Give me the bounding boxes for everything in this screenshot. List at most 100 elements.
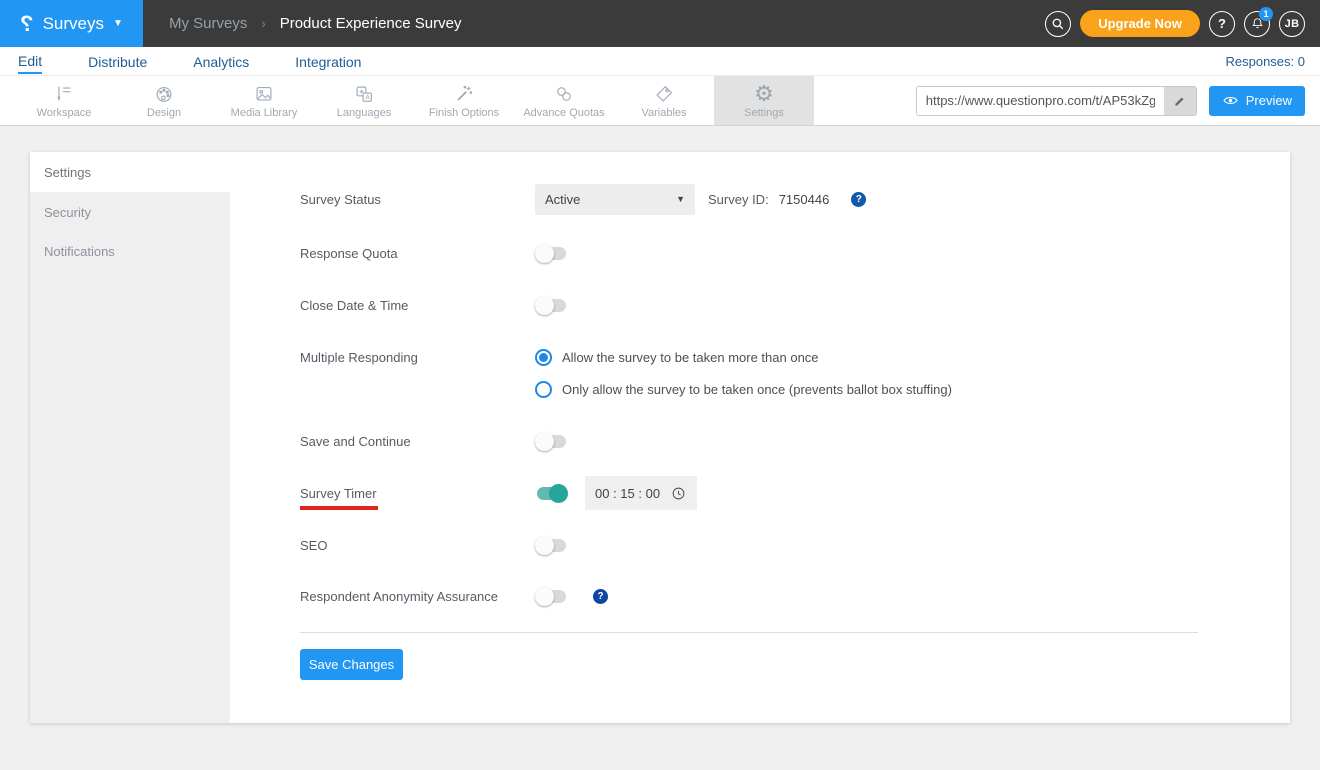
radio-allow-once-label: Only allow the survey to be taken once (… xyxy=(562,381,952,397)
responses-count: Responses: 0 xyxy=(1225,53,1306,69)
multiple-responding-row: Multiple Responding Allow the survey to … xyxy=(300,347,819,367)
share-url-wrapper xyxy=(915,85,1197,116)
respondent-anonymity-row: Respondent Anonymity Assurance ? xyxy=(300,586,608,606)
close-date-row: Close Date & Time xyxy=(300,295,568,315)
multiple-responding-label: Multiple Responding xyxy=(300,349,418,365)
sidebar-item-notifications[interactable]: Notifications xyxy=(30,231,230,271)
edit-toolbar: Workspace Design Media Library ★ A Langu… xyxy=(0,76,1320,126)
response-quota-row: Response Quota xyxy=(300,243,568,263)
survey-status-select[interactable]: Active xyxy=(535,183,695,215)
sidebar-item-security[interactable]: Security xyxy=(30,192,230,232)
eye-icon xyxy=(1223,97,1238,104)
survey-timer-time-input[interactable]: 00 : 15 : 00 xyxy=(585,476,697,510)
save-continue-toggle[interactable] xyxy=(535,431,568,451)
response-quota-toggle[interactable] xyxy=(535,243,568,263)
respondent-anonymity-toggle[interactable] xyxy=(535,586,568,606)
form-divider xyxy=(300,632,1198,633)
survey-status-label: Survey Status xyxy=(300,191,381,207)
help-button[interactable]: ? xyxy=(1209,10,1235,37)
respondent-anonymity-label: Respondent Anonymity Assurance xyxy=(300,588,499,604)
toolbar-item-variables[interactable]: Variables xyxy=(614,76,714,125)
settings-card: Settings Security Notifications Survey S… xyxy=(30,152,1290,723)
sidebar-item-label: Notifications xyxy=(44,243,115,259)
tab-edit[interactable]: Edit xyxy=(18,49,43,74)
languages-icon: ★ A xyxy=(353,82,375,105)
sidebar-item-label: Settings xyxy=(44,164,91,180)
seo-row: SEO xyxy=(300,535,568,555)
pencil-icon xyxy=(1175,97,1184,106)
settings-gear-icon xyxy=(754,82,774,105)
toolbar-item-design[interactable]: Design xyxy=(114,76,214,125)
survey-id-value: 7150446 xyxy=(778,191,830,207)
respondent-anonymity-help-icon[interactable]: ? xyxy=(593,588,608,604)
toolbar-item-label: Languages xyxy=(336,107,392,119)
preview-button[interactable]: Preview xyxy=(1208,85,1305,116)
product-menu-label: Surveys xyxy=(42,13,104,33)
survey-id-label: Survey ID: xyxy=(708,191,769,207)
survey-id-help-icon[interactable]: ? xyxy=(851,191,867,207)
share-url-input[interactable] xyxy=(916,86,1164,115)
chevron-down-icon xyxy=(676,194,685,204)
save-changes-button[interactable]: Save Changes xyxy=(300,649,403,680)
survey-timer-value: 00 : 15 : 00 xyxy=(595,485,661,501)
header-actions: Upgrade Now ? 1 JB xyxy=(1045,0,1320,47)
sidebar-item-settings[interactable]: Settings xyxy=(30,152,230,192)
seo-toggle[interactable] xyxy=(535,535,568,555)
survey-status-value: Active xyxy=(545,191,581,207)
toolbar-item-advance-quotas[interactable]: Advance Quotas xyxy=(514,76,614,125)
workspace-icon xyxy=(53,82,75,105)
survey-status-row: Survey Status Active Survey ID: 7150446 … xyxy=(300,183,867,215)
clock-icon xyxy=(672,487,685,499)
notifications-button[interactable]: 1 xyxy=(1244,6,1273,37)
design-icon xyxy=(153,82,175,105)
chevron-down-icon xyxy=(113,18,123,29)
tab-integration[interactable]: Integration xyxy=(295,50,361,73)
toolbar-item-label: Finish Options xyxy=(428,107,500,119)
survey-timer-toggle[interactable] xyxy=(535,483,568,503)
tab-distribute[interactable]: Distribute xyxy=(88,50,147,73)
edit-url-button[interactable] xyxy=(1163,86,1196,115)
avatar-initials: JB xyxy=(1284,17,1300,30)
radio-allow-multiple[interactable] xyxy=(535,348,552,366)
toolbar-item-label: Workspace xyxy=(36,107,92,119)
survey-timer-red-underline xyxy=(300,506,378,510)
toolbar-item-label: Advance Quotas xyxy=(523,107,605,119)
media-library-icon xyxy=(253,82,275,105)
svg-text:A: A xyxy=(365,94,370,101)
seo-label: SEO xyxy=(300,537,328,553)
breadcrumb-current: Product Experience Survey xyxy=(279,15,462,32)
toolbar-item-label: Design xyxy=(146,107,182,119)
toolbar-item-languages[interactable]: ★ A Languages xyxy=(314,76,414,125)
product-menu[interactable]: ? Surveys xyxy=(0,0,143,47)
user-avatar[interactable]: JB xyxy=(1279,10,1305,37)
search-button[interactable] xyxy=(1045,10,1072,37)
share-url-group: Preview xyxy=(915,76,1320,125)
sidebar-item-label: Security xyxy=(44,204,91,220)
preview-label: Preview xyxy=(1245,93,1292,108)
upgrade-now-button[interactable]: Upgrade Now xyxy=(1080,10,1200,37)
questionpro-logo-icon: ? xyxy=(20,10,34,36)
variables-icon xyxy=(653,82,675,105)
question-mark-icon: ? xyxy=(1218,16,1226,31)
save-continue-label: Save and Continue xyxy=(300,433,411,449)
toolbar-item-settings[interactable]: Settings xyxy=(714,76,814,125)
radio-allow-multiple-label: Allow the survey to be taken more than o… xyxy=(562,349,819,365)
top-header: ? Surveys My Surveys › Product Experienc… xyxy=(0,0,1320,47)
breadcrumb-separator-icon: › xyxy=(261,16,266,31)
radio-allow-once[interactable] xyxy=(535,380,552,398)
survey-timer-row: Survey Timer xyxy=(300,483,568,503)
toolbar-item-media-library[interactable]: Media Library xyxy=(214,76,314,125)
breadcrumb: My Surveys › Product Experience Survey xyxy=(143,0,461,47)
response-quota-label: Response Quota xyxy=(300,245,398,261)
survey-timer-label: Survey Timer xyxy=(300,485,377,501)
close-date-toggle[interactable] xyxy=(535,295,568,315)
toolbar-item-finish-options[interactable]: Finish Options xyxy=(414,76,514,125)
save-continue-row: Save and Continue xyxy=(300,431,568,451)
section-nav: Edit Distribute Analytics Integration Re… xyxy=(0,47,1320,76)
toolbar-item-workspace[interactable]: Workspace xyxy=(14,76,114,125)
breadcrumb-parent[interactable]: My Surveys xyxy=(169,15,247,32)
multiple-responding-option2-row: Only allow the survey to be taken once (… xyxy=(300,379,952,399)
toolbar-item-label: Settings xyxy=(744,107,784,119)
tab-analytics[interactable]: Analytics xyxy=(193,50,249,73)
notification-count-badge: 1 xyxy=(1259,6,1273,21)
